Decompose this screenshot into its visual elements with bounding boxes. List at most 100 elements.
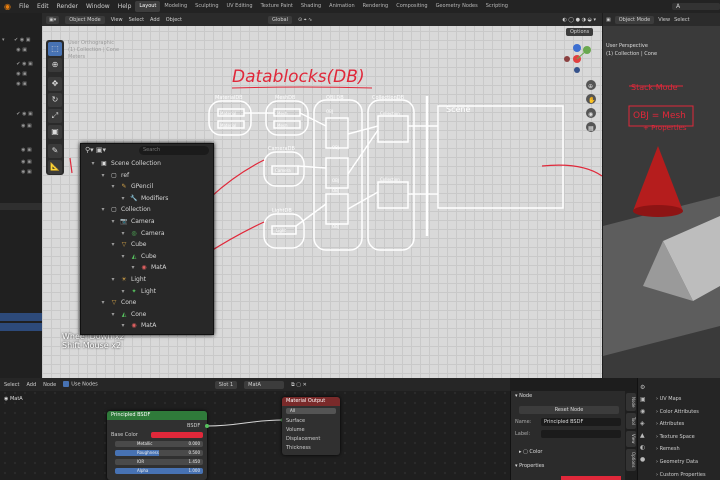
cone-object[interactable] (633, 146, 683, 211)
eye-icon[interactable]: ◉ ▣ (2, 47, 40, 56)
search-input[interactable]: Search (139, 146, 209, 155)
label-field[interactable] (541, 430, 621, 438)
reset-node-button[interactable]: Reset Node (519, 406, 619, 414)
disclosure-triangle-icon[interactable]: ▾ (109, 217, 117, 227)
menu-file[interactable]: File (15, 3, 33, 10)
tab-shading[interactable]: Shading (297, 1, 325, 12)
menu-view[interactable]: View (658, 17, 670, 23)
node-section-header[interactable]: ▾ Node (515, 393, 532, 399)
outliner-row[interactable]: ▾ ▢ Collection (99, 205, 150, 215)
outliner-row[interactable]: ▾ ✎ GPencil (109, 182, 153, 192)
socket-surface[interactable]: Surface (286, 418, 305, 424)
filter-icon[interactable]: ⚲▾ ▣▾ (85, 146, 106, 154)
eye-icon[interactable]: ✔ ◉ ▣ (2, 111, 40, 120)
scene-selector[interactable]: A (672, 3, 720, 10)
eye-icon[interactable]: ◉ ▣ (2, 169, 40, 178)
eye-icon[interactable]: ◉ ▣ (2, 81, 40, 90)
outliner-row[interactable]: ▾ ◎ Camera (119, 229, 164, 239)
selected-row[interactable] (0, 323, 42, 331)
color-strip[interactable] (561, 476, 621, 480)
eye-icon[interactable]: ✔ ◉ ▣ (2, 61, 40, 70)
menu-view[interactable]: View (111, 17, 123, 23)
outliner-row[interactable]: ▾ ◉ MatA (119, 321, 156, 331)
tab-modeling[interactable]: Modeling (160, 1, 191, 12)
disclosure-triangle-icon[interactable]: ▾ (99, 171, 107, 181)
outliner-row[interactable]: ▾ ☀ Light (109, 275, 146, 285)
menu-select[interactable]: Select (129, 17, 144, 23)
disclosure-triangle-icon[interactable]: ▾ (119, 287, 127, 297)
tab-sculpting[interactable]: Sculpting (191, 1, 222, 12)
tab-animation[interactable]: Animation (325, 1, 359, 12)
navigation-gizmo[interactable] (564, 44, 591, 73)
mode-dropdown[interactable]: Object Mode (614, 15, 655, 24)
property-panel-header[interactable]: › Texture Space (656, 434, 695, 440)
tab-options[interactable]: Options (626, 449, 636, 471)
eye-icon[interactable]: ◉ ▣ (2, 71, 40, 80)
disclosure-triangle-icon[interactable]: ▾ (119, 229, 127, 239)
disclosure-triangle-icon[interactable]: ▾ (99, 205, 107, 215)
tab-node[interactable]: Node (626, 393, 636, 411)
property-panel-header[interactable]: › Remesh (656, 446, 680, 452)
tab-texture-paint[interactable]: Texture Paint (257, 1, 297, 12)
property-panel-header[interactable]: › Custom Properties (656, 472, 706, 478)
eye-icon[interactable]: ◉ ▣ (2, 147, 40, 156)
blender-logo-icon[interactable]: ◉ (0, 2, 15, 11)
disclosure-triangle-icon[interactable]: ▾ (119, 321, 127, 331)
outliner-row[interactable]: ▾ 🔧 Modifiers (119, 194, 168, 204)
outliner-row[interactable]: ▾ ▽ Cone (99, 298, 136, 308)
snap-icon[interactable]: ⊙ ⌖ ∿ (298, 17, 312, 23)
tab-compositing[interactable]: Compositing (392, 1, 431, 12)
editor-type-icon[interactable]: ▣ (606, 17, 611, 23)
tab-uv-editing[interactable]: UV Editing (223, 1, 257, 12)
editor-type-icon[interactable]: ▣▾ (46, 15, 60, 24)
tab-rendering[interactable]: Rendering (359, 1, 393, 12)
name-field[interactable]: Principled BSDF (541, 418, 621, 426)
menu-add[interactable]: Add (150, 17, 160, 23)
tab-tool[interactable]: Tool (626, 413, 636, 429)
properties-section-header[interactable]: ▾ Properties (515, 463, 544, 469)
menu-window[interactable]: Window (82, 3, 114, 10)
disclosure-triangle-icon[interactable]: ▾ (109, 240, 117, 250)
disclosure-triangle-icon[interactable]: ▾ (109, 275, 117, 285)
outliner-row[interactable]: ▾ ▽ Cube (109, 240, 146, 250)
socket-thickness[interactable]: Thickness (286, 445, 311, 451)
menu-select[interactable]: Select (674, 17, 689, 23)
outliner-row[interactable]: ▾ ✦ Light (119, 287, 156, 297)
menu-edit[interactable]: Edit (33, 3, 53, 10)
eye-icon[interactable]: ◉ ▣ (2, 159, 40, 168)
property-panel-header[interactable]: › Color Attributes (656, 409, 699, 415)
node-title[interactable]: Material Output (282, 397, 340, 406)
property-panel-header[interactable]: › UV Maps (656, 396, 681, 402)
property-panel-header[interactable]: › Attributes (656, 421, 684, 427)
outliner-row[interactable]: ▾ ▣ Scene Collection (89, 159, 160, 169)
shading-icons[interactable]: ◐ ◯ ● ◑ ◒ ▾ (562, 17, 596, 23)
tab-geometry-nodes[interactable]: Geometry Nodes (432, 1, 482, 12)
target-dropdown[interactable]: All (286, 408, 336, 414)
eye-icon[interactable]: ▾ ✔ ◉ ▣ (2, 37, 40, 46)
menu-render[interactable]: Render (53, 3, 82, 10)
outliner-row[interactable]: ▾ ◭ Cone (109, 310, 146, 320)
outliner-row[interactable]: ▾ 📷 Camera (109, 217, 154, 227)
disclosure-triangle-icon[interactable]: ▾ (109, 310, 117, 320)
disclosure-triangle-icon[interactable]: ▾ (129, 263, 137, 273)
mode-dropdown[interactable]: Object Mode (65, 15, 105, 24)
disclosure-triangle-icon[interactable]: ▾ (119, 194, 127, 204)
property-tab-icons[interactable]: ⚙ ▣ ◉ ◈ ▲ ◐ ● (640, 382, 648, 466)
socket-volume[interactable]: Volume (286, 427, 305, 433)
selected-row[interactable] (0, 313, 42, 321)
menu-object[interactable]: Object (166, 17, 182, 23)
color-section-header[interactable]: ▸ ▢ Color (519, 449, 542, 455)
disclosure-triangle-icon[interactable]: ▾ (119, 252, 127, 262)
tab-layout[interactable]: Layout (135, 1, 161, 12)
transform-orientation-dropdown[interactable]: Global (268, 15, 292, 24)
disclosure-triangle-icon[interactable]: ▾ (89, 159, 97, 169)
outliner-row[interactable]: ▾ ◭ Cube (119, 252, 156, 262)
outliner-row[interactable]: ▾ ▢ ref (99, 171, 129, 181)
outliner-row[interactable]: ▾ ◉ MatA (129, 263, 166, 273)
disclosure-triangle-icon[interactable]: ▾ (99, 298, 107, 308)
tab-view[interactable]: View (626, 431, 636, 447)
disclosure-triangle-icon[interactable]: ▾ (109, 182, 117, 192)
property-panel-header[interactable]: › Geometry Data (656, 459, 698, 465)
socket-displacement[interactable]: Displacement (286, 436, 320, 442)
tab-scripting[interactable]: Scripting (482, 1, 512, 12)
